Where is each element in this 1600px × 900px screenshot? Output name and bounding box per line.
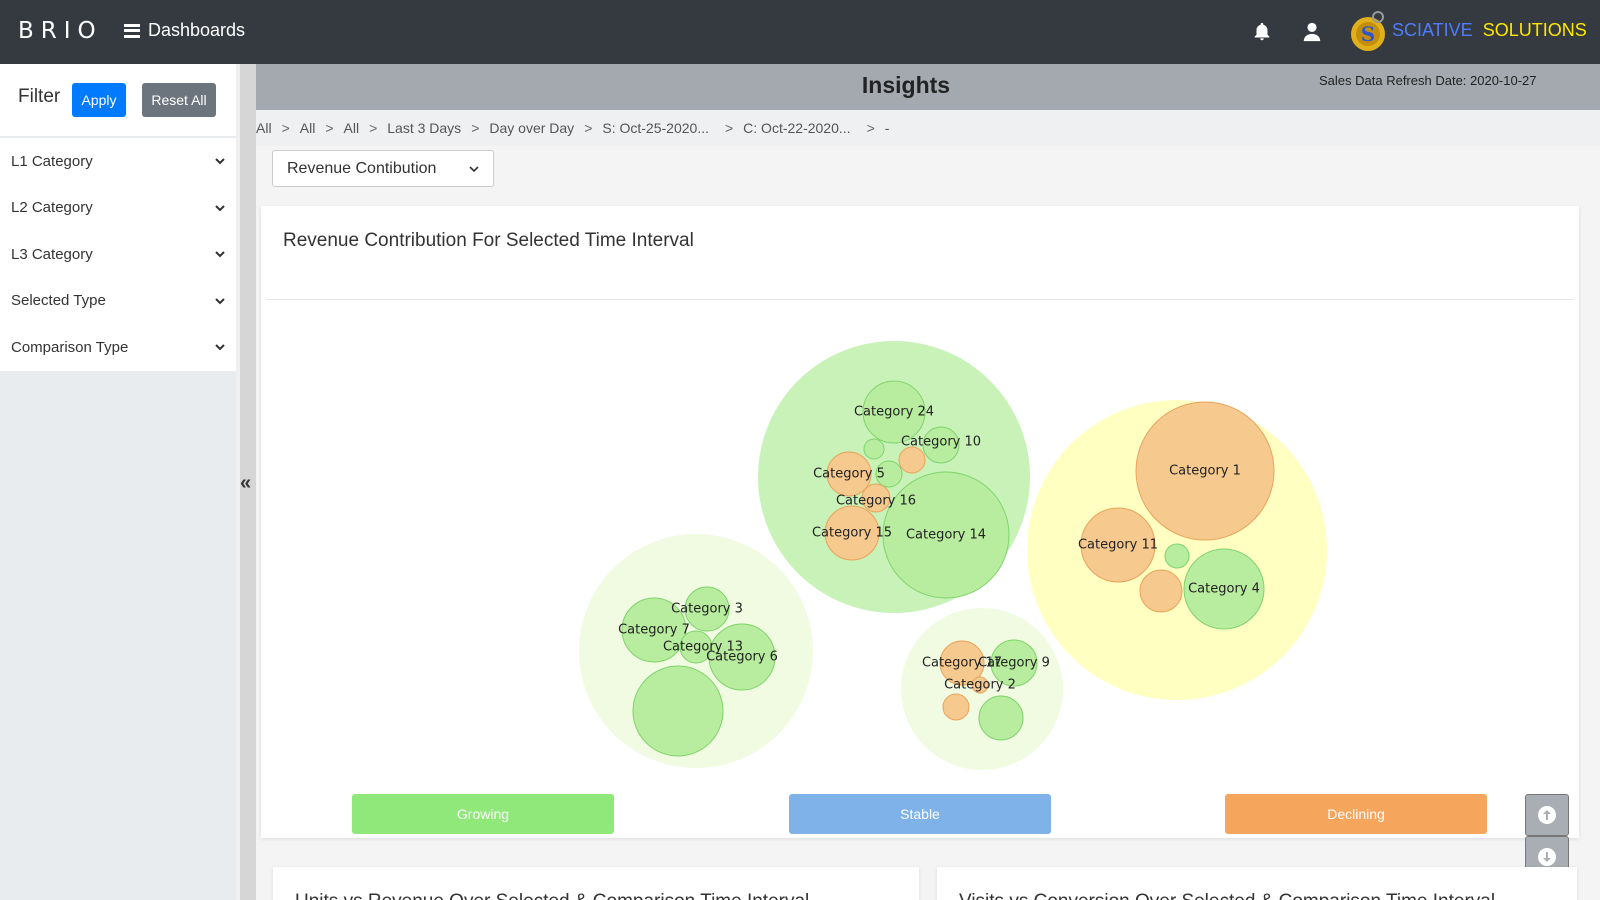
bubble-label: Category 15	[812, 526, 892, 541]
chevron-down-icon	[215, 298, 225, 305]
scroll-up-button[interactable]	[1525, 794, 1569, 836]
category-bubble[interactable]	[978, 695, 1024, 741]
breadcrumb-separator: >	[471, 120, 480, 136]
units-vs-revenue-card: Units vs Revenue Over Selected & Compari…	[273, 867, 919, 900]
arrow-up-circle-icon	[1538, 806, 1556, 824]
dashboards-label: Dashboards	[148, 20, 246, 40]
breadcrumb-separator: >	[369, 120, 378, 136]
breadcrumb-item[interactable]: All	[256, 120, 272, 136]
insights-header: Insights Sales Data Refresh Date: 2020-1…	[256, 64, 1600, 110]
category-bubble[interactable]	[1139, 569, 1183, 613]
chevron-down-icon	[215, 205, 225, 212]
legend-stable[interactable]: Stable	[789, 794, 1051, 834]
filter-item-label: L1 Category	[11, 152, 93, 170]
breadcrumb-item[interactable]: Day over Day	[489, 120, 574, 136]
breadcrumb-item[interactable]: -	[885, 120, 890, 136]
breadcrumb-separator: >	[325, 120, 334, 136]
filter-l1-category[interactable]: L1 Category	[0, 138, 236, 185]
filter-l3-category[interactable]: L3 Category	[0, 231, 236, 278]
reset-all-button[interactable]: Reset All	[142, 83, 216, 117]
bubble-chart: Category 24 Category 10 Category 5 Category…	[579, 341, 1327, 770]
filter-item-label: L2 Category	[11, 199, 93, 217]
category-bubble[interactable]	[898, 446, 926, 474]
arrow-down-circle-icon	[1538, 848, 1556, 866]
chevron-down-icon	[215, 251, 225, 258]
breadcrumb-item[interactable]: S: Oct-25-2020...	[602, 120, 709, 136]
filter-item-label: L3 Category	[11, 245, 93, 263]
bubble-label: Category 6	[706, 650, 778, 665]
bubble-label: Category 14	[906, 528, 986, 543]
breadcrumb-item[interactable]: C: Oct-22-2020...	[743, 120, 850, 136]
breadcrumb-separator: >	[281, 120, 290, 136]
brand-logo[interactable]: BRIO	[18, 18, 103, 44]
legend-growing[interactable]: Growing	[352, 794, 614, 834]
filter-item-label: Selected Type	[11, 292, 106, 310]
bell-icon[interactable]	[1251, 20, 1273, 44]
metric-select[interactable]: Revenue Contibution	[272, 150, 494, 187]
bubble-label: Category 11	[1078, 538, 1158, 553]
bubble-label: Category 10	[901, 435, 981, 450]
breadcrumb: All > All > All > Last 3 Days > Day over Day…	[256, 110, 1600, 146]
company-logo-icon: S	[1351, 11, 1385, 51]
filter-header: Filter Apply Reset All	[0, 64, 236, 136]
refresh-date: Sales Data Refresh Date: 2020-10-27	[1319, 73, 1537, 88]
apply-button[interactable]: Apply	[72, 83, 126, 117]
filter-comparison-type[interactable]: Comparison Type	[0, 324, 236, 371]
revenue-contribution-card: Revenue Contribution For Selected Time I…	[261, 206, 1579, 838]
filter-item-label: Comparison Type	[11, 338, 129, 356]
breadcrumb-separator: >	[724, 120, 734, 136]
category-bubble[interactable]	[1164, 543, 1190, 569]
collapse-sidebar-icon[interactable]: «	[240, 472, 251, 495]
company-name-part1: SCIATIVE	[1392, 20, 1473, 40]
metric-select-value: Revenue Contibution	[287, 159, 437, 177]
top-navbar: BRIO Dashboards S SCIATIVE SOLUTIONS	[0, 0, 1600, 64]
filter-sidebar: Filter Apply Reset All L1 Category L2 Ca…	[0, 64, 236, 900]
filter-selected-type[interactable]: Selected Type	[0, 278, 236, 325]
chevron-down-icon	[215, 344, 225, 351]
bubble-label: Category 24	[854, 405, 934, 420]
chevron-down-icon	[469, 165, 479, 172]
chevron-down-icon	[215, 158, 225, 165]
bubble-label: Category 5	[813, 467, 885, 482]
company-name-part2: SOLUTIONS	[1482, 20, 1587, 40]
breadcrumb-separator: >	[866, 120, 875, 136]
bubble-label: Category 7	[618, 623, 690, 638]
bubble-label: Category 1	[1169, 464, 1241, 479]
breadcrumb-item[interactable]: Last 3 Days	[387, 120, 461, 136]
bubble-label: Category 16	[836, 494, 916, 509]
category-bubble[interactable]	[942, 693, 970, 721]
breadcrumb-item[interactable]: All	[344, 120, 360, 136]
bubble-label: Category 3	[671, 602, 743, 617]
card-title: Units vs Revenue Over Selected & Compari…	[295, 891, 809, 900]
hamburger-icon	[124, 23, 140, 38]
bubble-label: Category 2	[944, 678, 1016, 693]
dashboards-menu[interactable]: Dashboards	[124, 20, 245, 41]
svg-text:S: S	[1361, 22, 1375, 46]
breadcrumb-item[interactable]: All	[300, 120, 316, 136]
legend-declining[interactable]: Declining	[1225, 794, 1487, 834]
filter-list: L1 Category L2 Category L3 Category Sele…	[0, 136, 236, 371]
breadcrumb-separator: >	[584, 120, 593, 136]
company-name: SCIATIVE SOLUTIONS	[1392, 20, 1587, 41]
card-title: Visits vs Conversion Over Selected & Com…	[959, 891, 1495, 900]
visits-vs-conversion-card: Visits vs Conversion Over Selected & Com…	[937, 867, 1577, 900]
filter-l2-category[interactable]: L2 Category	[0, 185, 236, 232]
bubble-label: Category 17	[922, 656, 1002, 671]
bubble-label: Category 4	[1188, 582, 1260, 597]
filter-title: Filter	[18, 86, 61, 107]
user-icon[interactable]	[1301, 20, 1323, 44]
category-bubble[interactable]	[632, 665, 724, 757]
category-bubble[interactable]	[863, 438, 885, 460]
